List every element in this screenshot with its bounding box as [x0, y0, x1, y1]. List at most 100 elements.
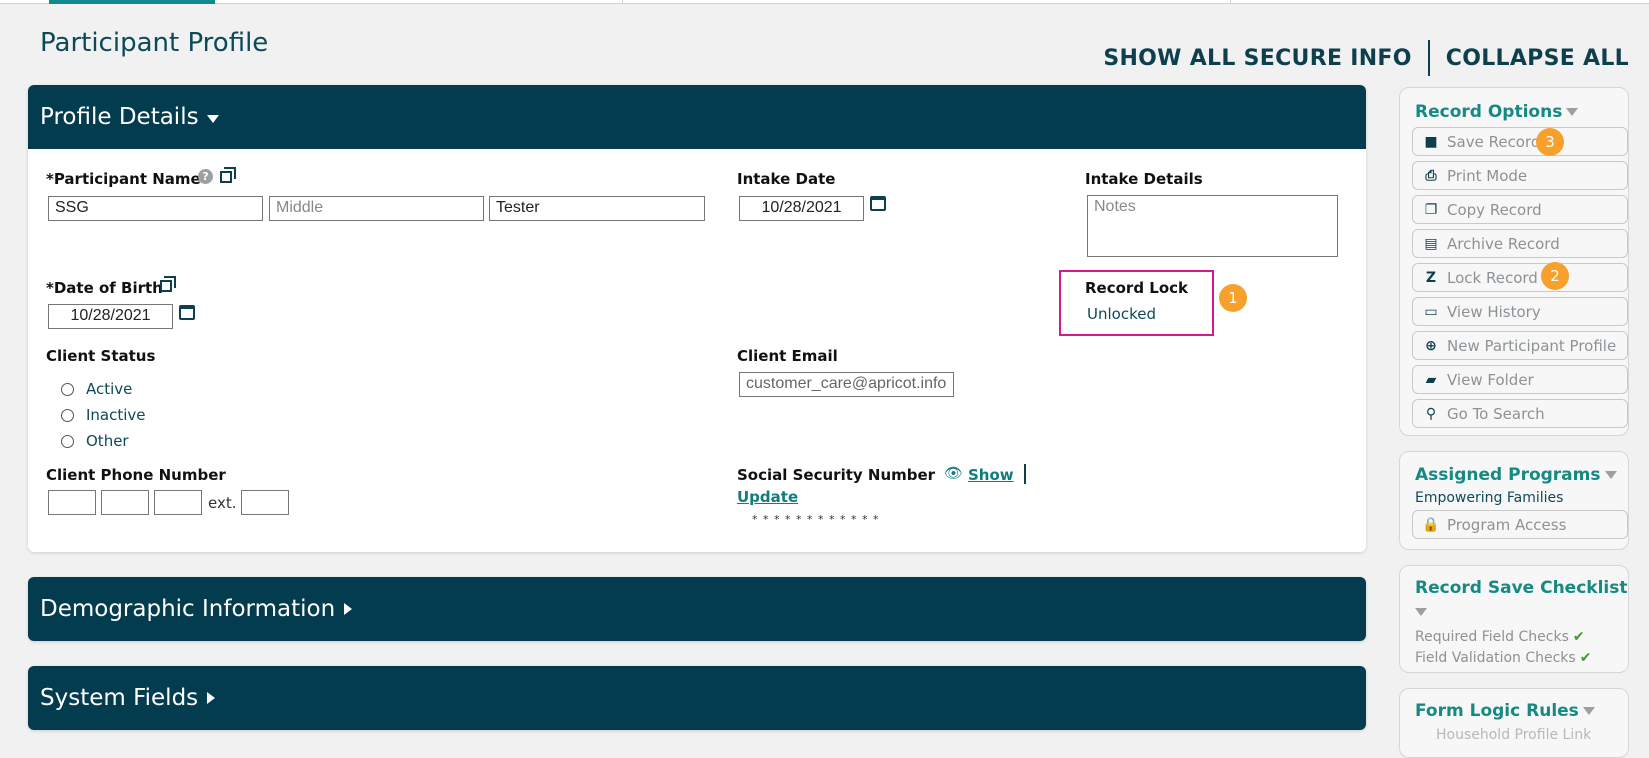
intake-date-label: Intake Date — [737, 170, 836, 188]
program-name: Empowering Families — [1415, 490, 1564, 506]
lock-z-icon: Z — [1425, 269, 1437, 286]
record-lock-value: Unlocked — [1087, 305, 1156, 323]
plus-circle-icon: ⊕ — [1425, 337, 1437, 354]
view-history-button[interactable]: ▭ View History — [1412, 297, 1628, 326]
lock-icon: 🔒 — [1422, 516, 1440, 533]
copy-icon[interactable] — [220, 167, 236, 183]
last-name-input[interactable]: Tester — [489, 196, 705, 221]
button-label: Print Mode — [1447, 166, 1528, 185]
record-options-title-text: Record Options — [1415, 102, 1563, 122]
page-title: Participant Profile — [40, 28, 269, 58]
copy-record-button[interactable]: ❐ Copy Record — [1412, 195, 1628, 224]
caret-down-icon — [1604, 471, 1617, 479]
archive-icon: ▤ — [1424, 235, 1438, 252]
caret-down-icon — [1582, 707, 1595, 715]
button-label: View History — [1447, 302, 1541, 321]
phone-prefix-input[interactable] — [101, 490, 149, 515]
assigned-programs-title[interactable]: Assigned Programs — [1415, 465, 1617, 485]
save-icon: ■ — [1424, 133, 1438, 150]
caret-down-icon — [1566, 108, 1579, 116]
step-badge: 3 — [1536, 128, 1564, 156]
radio-inactive[interactable] — [61, 409, 74, 422]
button-label: Program Access — [1447, 515, 1567, 534]
client-email-label: Client Email — [737, 347, 838, 365]
lock-record-button[interactable]: Z Lock Record — [1412, 263, 1628, 292]
client-phone-label: Client Phone Number — [46, 466, 226, 484]
button-label: Lock Record — [1447, 268, 1538, 287]
ssn-label: Social Security Number — [737, 466, 936, 484]
check-icon: ✔ — [1579, 650, 1592, 666]
checklist-item-label: Field Validation Checks — [1415, 650, 1576, 666]
new-participant-profile-button[interactable]: ⊕ New Participant Profile — [1412, 331, 1628, 360]
calendar-icon[interactable] — [179, 305, 195, 320]
checklist-item-label: Required Field Checks — [1415, 629, 1569, 645]
participant-name-label: *Participant Name — [46, 170, 201, 188]
printer-icon: ⎙ — [1425, 167, 1437, 184]
phone-area-input[interactable] — [48, 490, 96, 515]
divider — [1024, 464, 1026, 484]
check-icon: ✔ — [1572, 629, 1585, 645]
form-logic-title[interactable]: Form Logic Rules — [1415, 701, 1595, 721]
go-to-search-button[interactable]: ⚲ Go To Search — [1412, 399, 1628, 428]
client-email-input[interactable]: customer_care@apricot.info — [739, 372, 954, 397]
intake-date-input[interactable]: 10/28/2021 — [739, 196, 864, 221]
button-label: Go To Search — [1447, 404, 1545, 423]
calendar-icon: ▭ — [1424, 303, 1438, 320]
system-fields-header[interactable]: System Fields — [28, 666, 1366, 730]
first-name-input[interactable]: SSG — [48, 196, 263, 221]
form-logic-item: Household Profile Link — [1436, 727, 1592, 743]
radio-other[interactable] — [61, 435, 74, 448]
copy-icon: ❐ — [1424, 201, 1438, 218]
panel-title: Demographic Information — [40, 596, 336, 622]
archive-record-button[interactable]: ▤ Archive Record — [1412, 229, 1628, 258]
caret-right-icon — [207, 692, 216, 704]
form-logic-rules-panel: Form Logic Rules Household Profile Link — [1399, 688, 1629, 758]
record-lock-label: Record Lock — [1085, 279, 1189, 297]
button-label: Save Record — [1447, 132, 1541, 151]
phone-ext-input[interactable] — [241, 490, 289, 515]
program-access-button[interactable]: 🔒 Program Access — [1412, 510, 1628, 539]
eye-icon[interactable]: 👁 — [944, 464, 963, 482]
date-of-birth-input[interactable]: 10/28/2021 — [48, 304, 173, 329]
caret-down-icon — [1415, 608, 1427, 616]
middle-name-input[interactable]: Middle — [269, 196, 484, 221]
panel-title: System Fields — [40, 685, 199, 711]
assigned-programs-panel: Assigned Programs Empowering Families 🔒 P… — [1399, 451, 1629, 550]
copy-icon[interactable] — [160, 276, 176, 292]
caret-down-icon — [206, 114, 219, 123]
help-icon[interactable]: ? — [198, 169, 213, 184]
ssn-show-link[interactable]: Show — [968, 466, 1014, 484]
view-folder-button[interactable]: ▰ View Folder — [1412, 365, 1628, 394]
tab-separator — [622, 0, 623, 4]
client-status-label: Client Status — [46, 347, 156, 365]
top-actions: SHOW ALL SECURE INFO COLLAPSE ALL — [1103, 40, 1629, 76]
step-badge: 2 — [1541, 262, 1569, 290]
print-mode-button[interactable]: ⎙ Print Mode — [1412, 161, 1628, 190]
panel-title: Profile Details — [40, 104, 199, 130]
radio-label: Active — [86, 380, 133, 398]
radio-active[interactable] — [61, 383, 74, 396]
save-record-button[interactable]: ■ Save Record — [1412, 127, 1628, 156]
collapse-all-link[interactable]: COLLAPSE ALL — [1446, 46, 1629, 71]
button-label: Archive Record — [1447, 234, 1560, 253]
checklist-title[interactable]: Record Save Checklist — [1415, 578, 1627, 598]
ssn-update-link[interactable]: Update — [737, 488, 798, 506]
radio-label: Inactive — [86, 406, 146, 424]
tab-separator — [1230, 0, 1231, 4]
checklist-item: Required Field Checks ✔ — [1415, 629, 1585, 645]
profile-details-panel: Profile Details *Participant Name ? SSG … — [28, 85, 1366, 552]
demographic-header[interactable]: Demographic Information — [28, 577, 1366, 641]
intake-details-textarea[interactable]: Notes — [1087, 195, 1338, 257]
intake-details-label: Intake Details — [1085, 170, 1203, 188]
show-all-secure-info-link[interactable]: SHOW ALL SECURE INFO — [1103, 46, 1411, 71]
record-options-title[interactable]: Record Options — [1415, 102, 1579, 122]
calendar-icon[interactable] — [870, 196, 886, 211]
ssn-masked-value: * * * * * * * * * * * * — [752, 513, 880, 526]
record-save-checklist-panel: Record Save Checklist Required Field Che… — [1399, 565, 1629, 673]
profile-details-header[interactable]: Profile Details — [28, 85, 1366, 149]
step-badge: 1 — [1219, 284, 1247, 312]
phone-line-input[interactable] — [154, 490, 202, 515]
radio-label: Other — [86, 432, 129, 450]
system-fields-panel: System Fields — [28, 666, 1366, 730]
button-label: Copy Record — [1447, 200, 1542, 219]
